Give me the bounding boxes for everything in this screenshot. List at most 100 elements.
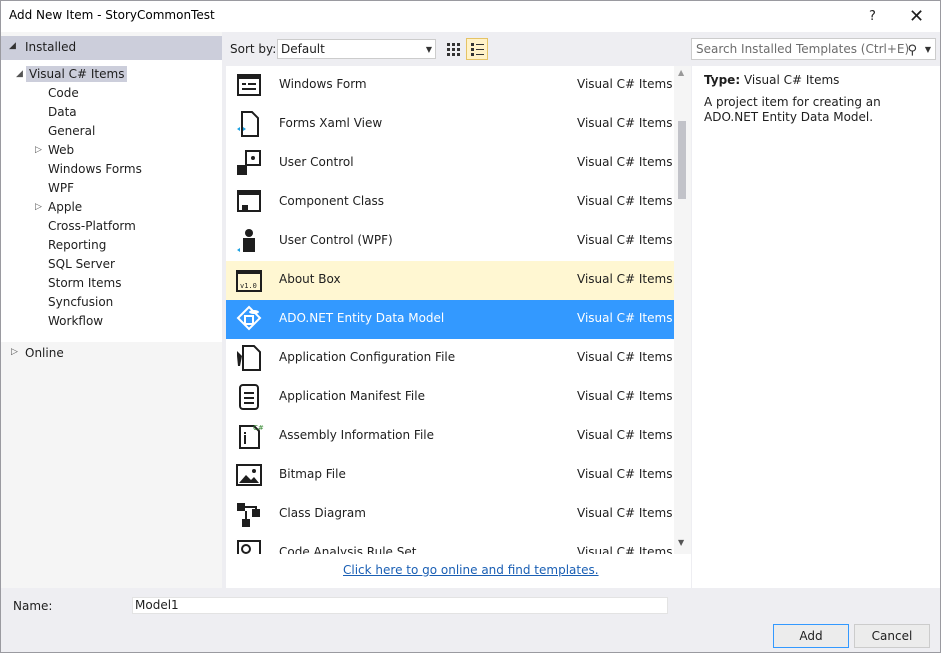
user-control-wpf-icon <box>234 226 264 256</box>
template-category: Visual C# Items <box>577 194 673 208</box>
template-category: Visual C# Items <box>577 155 673 169</box>
template-row[interactable]: Application Manifest File Visual C# Items <box>226 378 674 417</box>
tree-item-sql-server[interactable]: SQL Server <box>48 255 115 274</box>
template-category: Visual C# Items <box>577 233 673 247</box>
template-row[interactable]: Class Diagram Visual C# Items <box>226 495 674 534</box>
assembly-info-icon: C# <box>234 421 264 451</box>
tree-item-apple[interactable]: ▷ Apple <box>35 198 82 217</box>
tree-item-code[interactable]: Code <box>48 84 79 103</box>
tree-item-visual-csharp[interactable]: ◢ Visual C# Items <box>16 65 128 84</box>
template-row[interactable]: Bitmap File Visual C# Items <box>226 456 674 495</box>
scroll-thumb[interactable] <box>678 121 686 199</box>
tree-item-web[interactable]: ▷ Web <box>35 141 75 160</box>
tree-item-label: Storm Items <box>48 276 122 290</box>
bitmap-icon <box>234 460 264 490</box>
sort-dropdown[interactable]: Default ▼ <box>277 39 436 59</box>
entity-model-icon <box>234 304 264 334</box>
template-row[interactable]: Forms Xaml View Visual C# Items <box>226 105 674 144</box>
template-row[interactable]: Code Analysis Rule Set Visual C# Items <box>226 534 674 554</box>
tree-item-data[interactable]: Data <box>48 103 77 122</box>
template-name: User Control <box>279 155 354 169</box>
close-button[interactable]: ✕ <box>894 1 939 32</box>
tree-item-label: Visual C# Items <box>26 66 128 82</box>
online-header[interactable]: ▷ Online <box>1 342 222 366</box>
list-view-button[interactable] <box>466 38 488 60</box>
template-row[interactable]: C# Assembly Information File Visual C# Ite… <box>226 417 674 456</box>
tree-item-reporting[interactable]: Reporting <box>48 236 106 255</box>
add-new-item-dialog: Add New Item - StoryCommonTest ? ✕ ◢ Ins… <box>0 0 941 653</box>
template-row[interactable]: v1.0 About Box Visual C# Items <box>226 261 674 300</box>
svg-text:C#: C# <box>253 424 264 432</box>
online-link-area: Click here to go online and find templat… <box>226 554 691 588</box>
search-icon[interactable]: ⚲ <box>907 41 917 61</box>
template-row[interactable]: ADO.NET Entity Data Model Visual C# Items <box>226 300 674 339</box>
template-name: Class Diagram <box>279 506 366 520</box>
template-category: Visual C# Items <box>577 428 673 442</box>
grid-view-icon <box>447 43 460 56</box>
tree-item-workflow[interactable]: Workflow <box>48 312 103 331</box>
template-row[interactable]: Application Configuration File Visual C# … <box>226 339 674 378</box>
template-name: Code Analysis Rule Set <box>279 545 417 554</box>
tree-item-label: General <box>48 124 96 138</box>
template-category: Visual C# Items <box>577 467 673 481</box>
online-templates-link[interactable]: Click here to go online and find templat… <box>343 563 599 577</box>
template-category: Visual C# Items <box>577 116 673 130</box>
expand-arrow-icon[interactable]: ▷ <box>35 198 42 217</box>
scroll-up-icon[interactable]: ▲ <box>678 68 684 77</box>
tree-item-label: Syncfusion <box>48 295 114 309</box>
small-icons-view-button[interactable] <box>442 38 464 60</box>
search-input[interactable]: Search Installed Templates (Ctrl+E) ⚲ ▼ <box>691 38 936 60</box>
help-button[interactable]: ? <box>850 1 895 32</box>
template-category: Visual C# Items <box>577 545 673 554</box>
installed-header[interactable]: ◢ Installed <box>1 36 222 60</box>
cancel-button[interactable]: Cancel <box>854 624 930 648</box>
template-row[interactable]: Component Class Visual C# Items <box>226 183 674 222</box>
window-title: Add New Item - StoryCommonTest <box>9 8 215 22</box>
tree-item-general[interactable]: General <box>48 122 95 141</box>
tree-item-label: Workflow <box>48 314 104 328</box>
list-view-icon <box>471 43 484 56</box>
template-name: Application Configuration File <box>279 350 456 364</box>
tree-item-label: Windows Forms <box>48 162 142 176</box>
template-name: Windows Form <box>279 77 367 91</box>
tree-item-windows-forms[interactable]: Windows Forms <box>48 160 142 179</box>
tree-item-label: Web <box>48 143 75 157</box>
user-control-icon <box>234 148 264 178</box>
manifest-icon <box>234 382 264 412</box>
sort-by-label: Sort by: <box>230 42 277 56</box>
title-bar: Add New Item - StoryCommonTest ? ✕ <box>1 1 940 32</box>
tree-item-wpf[interactable]: WPF <box>48 179 74 198</box>
template-list-scrollbar[interactable]: ▲ ▼ <box>674 66 691 554</box>
config-file-icon <box>234 343 264 373</box>
scroll-down-icon[interactable]: ▼ <box>678 538 684 547</box>
tree-item-label: Data <box>48 105 77 119</box>
add-button[interactable]: Add <box>773 624 849 648</box>
template-row[interactable]: User Control (WPF) Visual C# Items <box>226 222 674 261</box>
tree-item-label: WPF <box>48 181 75 195</box>
template-category: Visual C# Items <box>577 311 673 325</box>
template-category: Visual C# Items <box>577 77 673 91</box>
template-name: Assembly Information File <box>279 428 435 442</box>
name-field[interactable]: Model1 <box>132 597 668 614</box>
template-row[interactable]: Windows Form Visual C# Items <box>226 66 674 105</box>
template-category: Visual C# Items <box>577 389 673 403</box>
tree-item-syncfusion[interactable]: Syncfusion <box>48 293 113 312</box>
sort-value: Default <box>281 42 325 56</box>
template-name: Application Manifest File <box>279 389 425 403</box>
expanded-arrow-icon: ◢ <box>16 69 23 79</box>
form-icon <box>234 70 264 100</box>
rule-set-icon <box>234 538 264 554</box>
template-category: Visual C# Items <box>577 506 673 520</box>
tree-item-label: Reporting <box>48 238 107 252</box>
search-options-arrow-icon[interactable]: ▼ <box>925 40 931 60</box>
tree-item-storm-items[interactable]: Storm Items <box>48 274 121 293</box>
expand-arrow-icon[interactable]: ▷ <box>35 141 42 160</box>
category-tree: ◢ Visual C# Items Code Data General ▷ Web Win… <box>1 60 222 342</box>
tree-item-cross-platform[interactable]: Cross-Platform <box>48 217 136 236</box>
svg-text:v1.0: v1.0 <box>240 282 257 290</box>
dropdown-arrow-icon: ▼ <box>425 45 432 54</box>
online-label: Online <box>25 346 64 360</box>
template-type: Type: Visual C# Items <box>704 73 839 87</box>
template-list: Windows Form Visual C# Items Forms Xaml Vi… <box>226 66 674 554</box>
template-row[interactable]: User Control Visual C# Items <box>226 144 674 183</box>
